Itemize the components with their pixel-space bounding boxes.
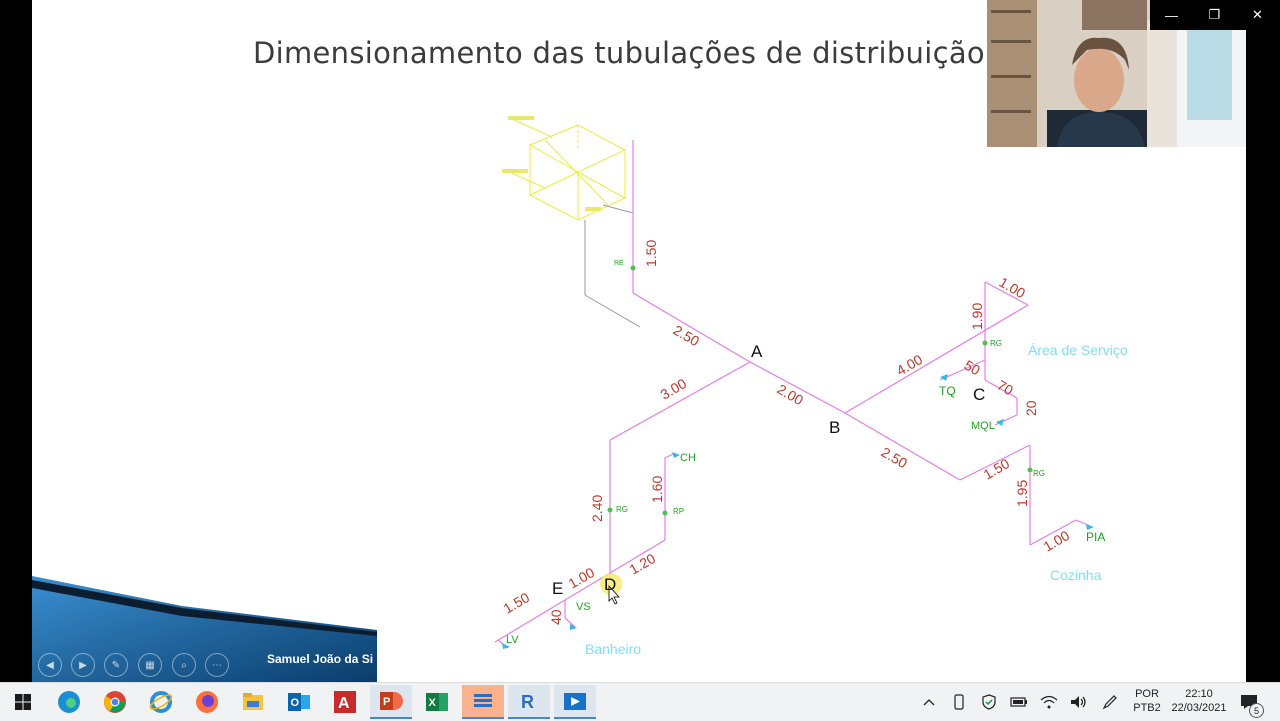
windows-taskbar: O A P X R POR PTB2 22:10 22/03/2021 5	[0, 682, 1280, 721]
restore-button[interactable]: ❐	[1193, 0, 1236, 30]
point-a-label: A	[751, 342, 763, 361]
point-d-label: D	[604, 575, 616, 594]
fixture-vs-label: VS	[576, 601, 591, 613]
dim-2-50-upper: 2.50	[671, 322, 703, 350]
taskbar-revit[interactable]: R	[508, 685, 550, 719]
svg-text:A: A	[338, 695, 350, 712]
autocad-icon: A	[334, 691, 356, 713]
minimize-button[interactable]: —	[1150, 0, 1193, 30]
dim-1-90: 1.90	[969, 303, 985, 330]
firefox-icon	[196, 691, 218, 713]
edge-icon	[58, 691, 80, 713]
pen-ink-icon[interactable]	[1101, 693, 1119, 711]
fixture-rg-kitchen-label: RG	[1033, 469, 1045, 478]
dim-1-50-kitchen: 1.50	[981, 455, 1013, 483]
clock-time: 22:10	[1185, 688, 1213, 700]
powerpoint-icon: P	[380, 692, 403, 710]
dim-1-50-riser: 1.50	[643, 240, 659, 267]
taskbar-stack-app[interactable]	[462, 685, 504, 719]
taskbar-firefox[interactable]	[186, 685, 228, 719]
point-c-label: C	[973, 385, 985, 404]
dim-2-40: 2.40	[589, 495, 605, 522]
volume-icon[interactable]	[1070, 693, 1088, 711]
dim-1-60: 1.60	[649, 476, 665, 503]
room-area-servico-label: Área de Serviço	[1028, 342, 1128, 358]
dim-2-00: 2.00	[775, 381, 807, 409]
battery-icon[interactable]	[1010, 693, 1028, 711]
dim-1-00-bath: 1.00	[566, 564, 598, 592]
taskbar-autocad[interactable]: A	[324, 685, 366, 719]
language-top: POR	[1135, 688, 1159, 700]
window-controls: — ❐ ✕	[1150, 0, 1280, 30]
clock[interactable]: 22:10 22/03/2021	[1168, 688, 1230, 714]
dim-1-95: 1.95	[1014, 480, 1030, 507]
fixture-re-label: RE	[614, 260, 624, 267]
internet-explorer-icon	[149, 691, 173, 713]
point-b-label: B	[829, 418, 840, 437]
notification-count-badge: 5	[1249, 703, 1264, 718]
wifi-icon[interactable]	[1040, 693, 1058, 711]
fixture-lv-label: LV	[506, 634, 519, 646]
taskbar-edge[interactable]	[48, 685, 90, 719]
outlook-icon: O	[288, 693, 310, 711]
dim-40: 40	[548, 609, 564, 625]
fixture-mql-label: MQL	[971, 420, 995, 432]
taskbar-chrome[interactable]	[94, 685, 136, 719]
folder-icon	[243, 693, 263, 710]
taskbar-outlook[interactable]: O	[278, 685, 320, 719]
dim-20: 20	[1023, 400, 1039, 416]
layers-icon	[474, 694, 492, 707]
taskbar-file-explorer[interactable]	[232, 685, 274, 719]
fixture-tq-label: TQ	[939, 384, 956, 398]
close-button[interactable]: ✕	[1236, 0, 1279, 30]
room-cozinha-label: Cozinha	[1050, 567, 1102, 583]
fixture-ch-label: CH	[680, 452, 696, 464]
security-shield-icon[interactable]	[980, 693, 998, 711]
fixture-rp-label: RP	[673, 507, 684, 516]
excel-icon: X	[426, 693, 448, 711]
windows-logo-icon	[15, 694, 31, 710]
show-hidden-icons-chevron-icon[interactable]	[920, 693, 938, 711]
dim-1-50-bath: 1.50	[501, 589, 533, 617]
tank-annotations	[502, 116, 601, 211]
dim-1-00-kitchen: 1.00	[1041, 527, 1073, 555]
taskbar-media-player[interactable]	[554, 685, 596, 719]
fixture-rg-bath-label: RG	[616, 505, 628, 514]
svg-text:R: R	[521, 692, 534, 712]
svg-text:O: O	[291, 697, 300, 709]
language-bottom: PTB2	[1133, 702, 1161, 714]
taskbar-excel[interactable]: X	[416, 685, 458, 719]
fixture-rg-service-label: RG	[990, 339, 1002, 348]
chrome-icon	[104, 691, 126, 713]
taskbar-powerpoint[interactable]: P	[370, 685, 412, 719]
room-banheiro-label: Banheiro	[585, 641, 641, 657]
media-player-icon	[564, 693, 586, 710]
taskbar-internet-explorer[interactable]	[140, 685, 182, 719]
phone-link-icon[interactable]	[950, 693, 968, 711]
revit-icon: R	[521, 692, 534, 712]
svg-text:P: P	[383, 696, 390, 708]
svg-text:X: X	[429, 697, 437, 709]
dim-1-20: 1.20	[627, 550, 659, 578]
dim-50: 50	[962, 357, 984, 379]
input-language[interactable]: POR PTB2	[1132, 688, 1162, 714]
start-button[interactable]	[2, 685, 44, 719]
clock-date: 22/03/2021	[1171, 702, 1227, 714]
point-e-label: E	[552, 579, 563, 598]
fixture-pia-label: PIA	[1086, 530, 1105, 544]
